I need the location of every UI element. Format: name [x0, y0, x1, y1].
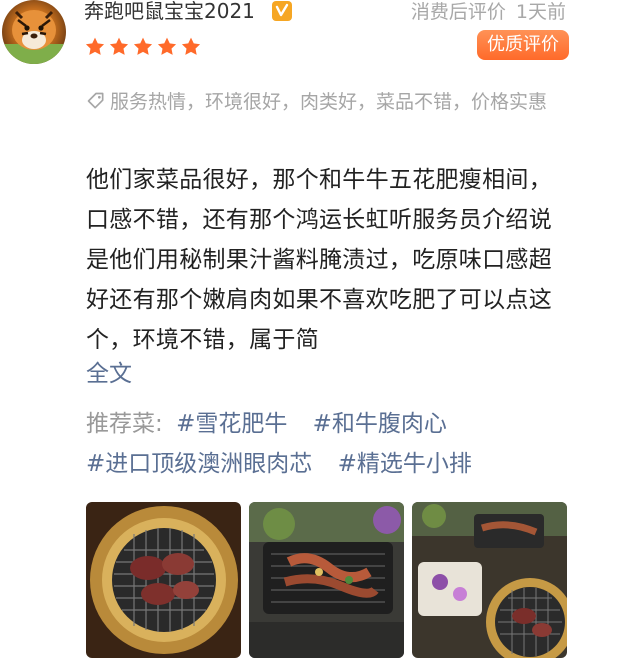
review-status: 消费后评价: [410, 1, 506, 23]
recommended-dish-link[interactable]: #精选牛小排: [338, 451, 472, 477]
star-rating: [84, 36, 202, 58]
recommended-dishes: 推荐菜: #雪花肥牛 #和牛腹肉心 #进口顶级澳洲眼肉芯 #精选牛小排: [86, 404, 566, 484]
recommended-dish-link[interactable]: #和牛腹肉心: [313, 411, 447, 437]
star-icon: [109, 37, 129, 55]
star-icon: [157, 37, 177, 55]
avatar[interactable]: [2, 0, 66, 64]
review-tags: 服务热情，环境很好，肉类好，菜品不错，价格实惠: [86, 86, 566, 119]
tag-icon: [87, 92, 104, 109]
star-icon: [181, 37, 201, 55]
review-tags-text: 服务热情，环境很好，肉类好，菜品不错，价格实惠: [110, 91, 548, 113]
star-icon: [133, 37, 153, 55]
grill-meat-photo[interactable]: [86, 502, 241, 658]
quality-review-badge: 优质评价: [477, 30, 569, 60]
plated-beef-photo[interactable]: [249, 502, 404, 658]
review-meta: 消费后评价 1天前: [411, 0, 566, 24]
recommended-label: 推荐菜:: [86, 411, 163, 437]
expand-full-text-link[interactable]: 全文: [86, 358, 132, 390]
review-text[interactable]: 他们家菜品很好，那个和牛牛五花肥瘦相间，口感不错，还有那个鸿运长虹听服务员介绍说…: [86, 160, 558, 360]
recommended-dish-link[interactable]: #进口顶级澳洲眼肉芯: [86, 451, 312, 477]
username[interactable]: 奔跑吧鼠宝宝2021: [84, 0, 255, 24]
table-spread-photo[interactable]: [412, 502, 567, 658]
star-icon: [85, 37, 105, 55]
vip-level-icon: [272, 1, 292, 21]
review-time: 1天前: [515, 1, 566, 23]
recommended-dish-link[interactable]: #雪花肥牛: [176, 411, 287, 437]
review-photos: [86, 502, 567, 658]
